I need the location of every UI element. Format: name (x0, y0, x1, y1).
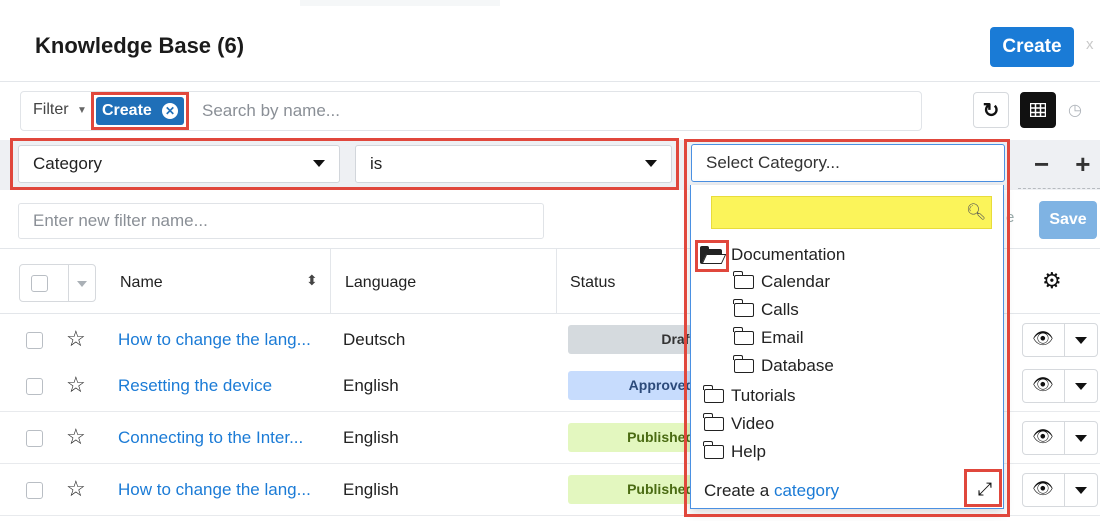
save-button[interactable]: Save (1039, 201, 1097, 239)
dropdown-footer: Create a category (704, 481, 839, 501)
top-strip (0, 0, 1100, 20)
tree-item-database[interactable]: Database (733, 355, 834, 376)
mass-select-divider (68, 265, 69, 301)
tree-item-label: Video (731, 414, 775, 433)
create-category-link[interactable]: category (774, 481, 839, 500)
top-strip-fragment (300, 0, 500, 6)
eye-icon[interactable]: 👁 (1032, 479, 1054, 499)
highlight-expand (964, 469, 1002, 507)
minus-icon[interactable]: − (1034, 149, 1049, 180)
column-header-language[interactable]: Language (345, 274, 416, 292)
row-actions[interactable]: 👁 (1022, 369, 1098, 403)
tree-item-video[interactable]: Video (703, 413, 775, 434)
tree-item-label: Documentation (731, 245, 846, 264)
column-divider (330, 248, 331, 314)
column-header-name[interactable]: Name (120, 274, 163, 292)
highlight-folder-toggle (695, 240, 729, 272)
refresh-icon[interactable]: ↻ (973, 92, 1009, 128)
column-divider (556, 248, 557, 314)
row-name-link[interactable]: How to change the lang... (118, 330, 311, 350)
row-language: English (343, 428, 399, 447)
row-checkbox[interactable] (26, 482, 43, 499)
star-icon[interactable]: ☆ (66, 424, 86, 450)
actions-divider (1064, 370, 1065, 402)
actions-divider (1064, 324, 1065, 356)
select-all-checkbox[interactable] (31, 275, 48, 292)
highlight-field-operator (10, 138, 679, 190)
filter-caret-icon[interactable]: ▼ (77, 105, 87, 116)
folder-icon (733, 327, 754, 345)
row-language: Deutsch (343, 330, 406, 349)
row-actions[interactable]: 👁 (1022, 421, 1098, 455)
row-language: English (343, 376, 399, 395)
row-controls: − + (1018, 145, 1100, 183)
folder-icon (703, 413, 724, 431)
page-title: Knowledge Base (6) (35, 33, 245, 58)
tree-item-help[interactable]: Help (703, 441, 766, 462)
column-header-status[interactable]: Status (570, 274, 615, 292)
tree-item-label: Email (761, 328, 804, 347)
divider (1018, 188, 1100, 189)
eye-icon[interactable]: 👁 (1032, 375, 1054, 395)
gear-icon[interactable]: ⚙ (1042, 268, 1062, 294)
tree-item-calls[interactable]: Calls (733, 299, 799, 320)
close-icon[interactable]: x (1086, 36, 1094, 53)
tree-item-label: Calendar (761, 272, 830, 291)
category-search-input[interactable] (711, 196, 992, 229)
row-actions[interactable]: 👁 (1022, 323, 1098, 357)
dropdown-caret-icon[interactable] (1075, 435, 1087, 442)
filter-name-input[interactable]: Enter new filter name... (18, 203, 544, 239)
plus-icon[interactable]: + (1075, 149, 1090, 180)
tree-item-label: Calls (761, 300, 799, 319)
row-name-link[interactable]: Resetting the device (118, 376, 272, 396)
sort-icon[interactable]: ⬍ (306, 272, 318, 289)
footer-text: Create a (704, 481, 770, 500)
actions-divider (1064, 422, 1065, 454)
tree-item-tutorials[interactable]: Tutorials (703, 385, 796, 406)
search-icon: 🔍︎ (966, 204, 987, 221)
folder-icon (733, 355, 754, 373)
header-divider (0, 81, 1100, 82)
star-icon[interactable]: ☆ (66, 476, 86, 502)
tree-item-label: Tutorials (731, 386, 796, 405)
mass-select[interactable] (19, 264, 96, 302)
folder-icon (733, 271, 754, 289)
activity-stream-icon[interactable]: ◷ (1057, 92, 1093, 128)
row-checkbox[interactable] (26, 332, 43, 349)
eye-icon[interactable]: 👁 (1032, 329, 1054, 349)
row-actions[interactable]: 👁 (1022, 473, 1098, 507)
search-input[interactable]: Search by name... (202, 101, 340, 121)
eye-icon[interactable]: 👁 (1032, 427, 1054, 447)
dropdown-caret-icon[interactable] (1075, 383, 1087, 390)
list-view-icon[interactable] (1020, 92, 1056, 128)
folder-icon (733, 299, 754, 317)
row-checkbox[interactable] (26, 378, 43, 395)
actions-divider (1064, 474, 1065, 506)
row-name-link[interactable]: Connecting to the Inter... (118, 428, 303, 448)
create-button[interactable]: Create (990, 27, 1074, 67)
tree-item-label: Database (761, 356, 834, 375)
row-name-link[interactable]: How to change the lang... (118, 480, 311, 500)
row-checkbox[interactable] (26, 430, 43, 447)
dropdown-caret-icon[interactable] (1075, 487, 1087, 494)
star-icon[interactable]: ☆ (66, 372, 86, 398)
dropdown-caret-icon[interactable] (1075, 337, 1087, 344)
tree-item-email[interactable]: Email (733, 327, 804, 348)
mass-action-caret-icon[interactable] (77, 281, 87, 287)
filter-dropdown-label[interactable]: Filter (33, 101, 69, 119)
tree-item-label: Help (731, 442, 766, 461)
highlight-pill (91, 92, 189, 130)
folder-icon (703, 385, 724, 403)
tree-item-calendar[interactable]: Calendar (733, 271, 830, 292)
folder-icon (703, 441, 724, 459)
star-icon[interactable]: ☆ (66, 326, 86, 352)
row-language: English (343, 480, 399, 499)
